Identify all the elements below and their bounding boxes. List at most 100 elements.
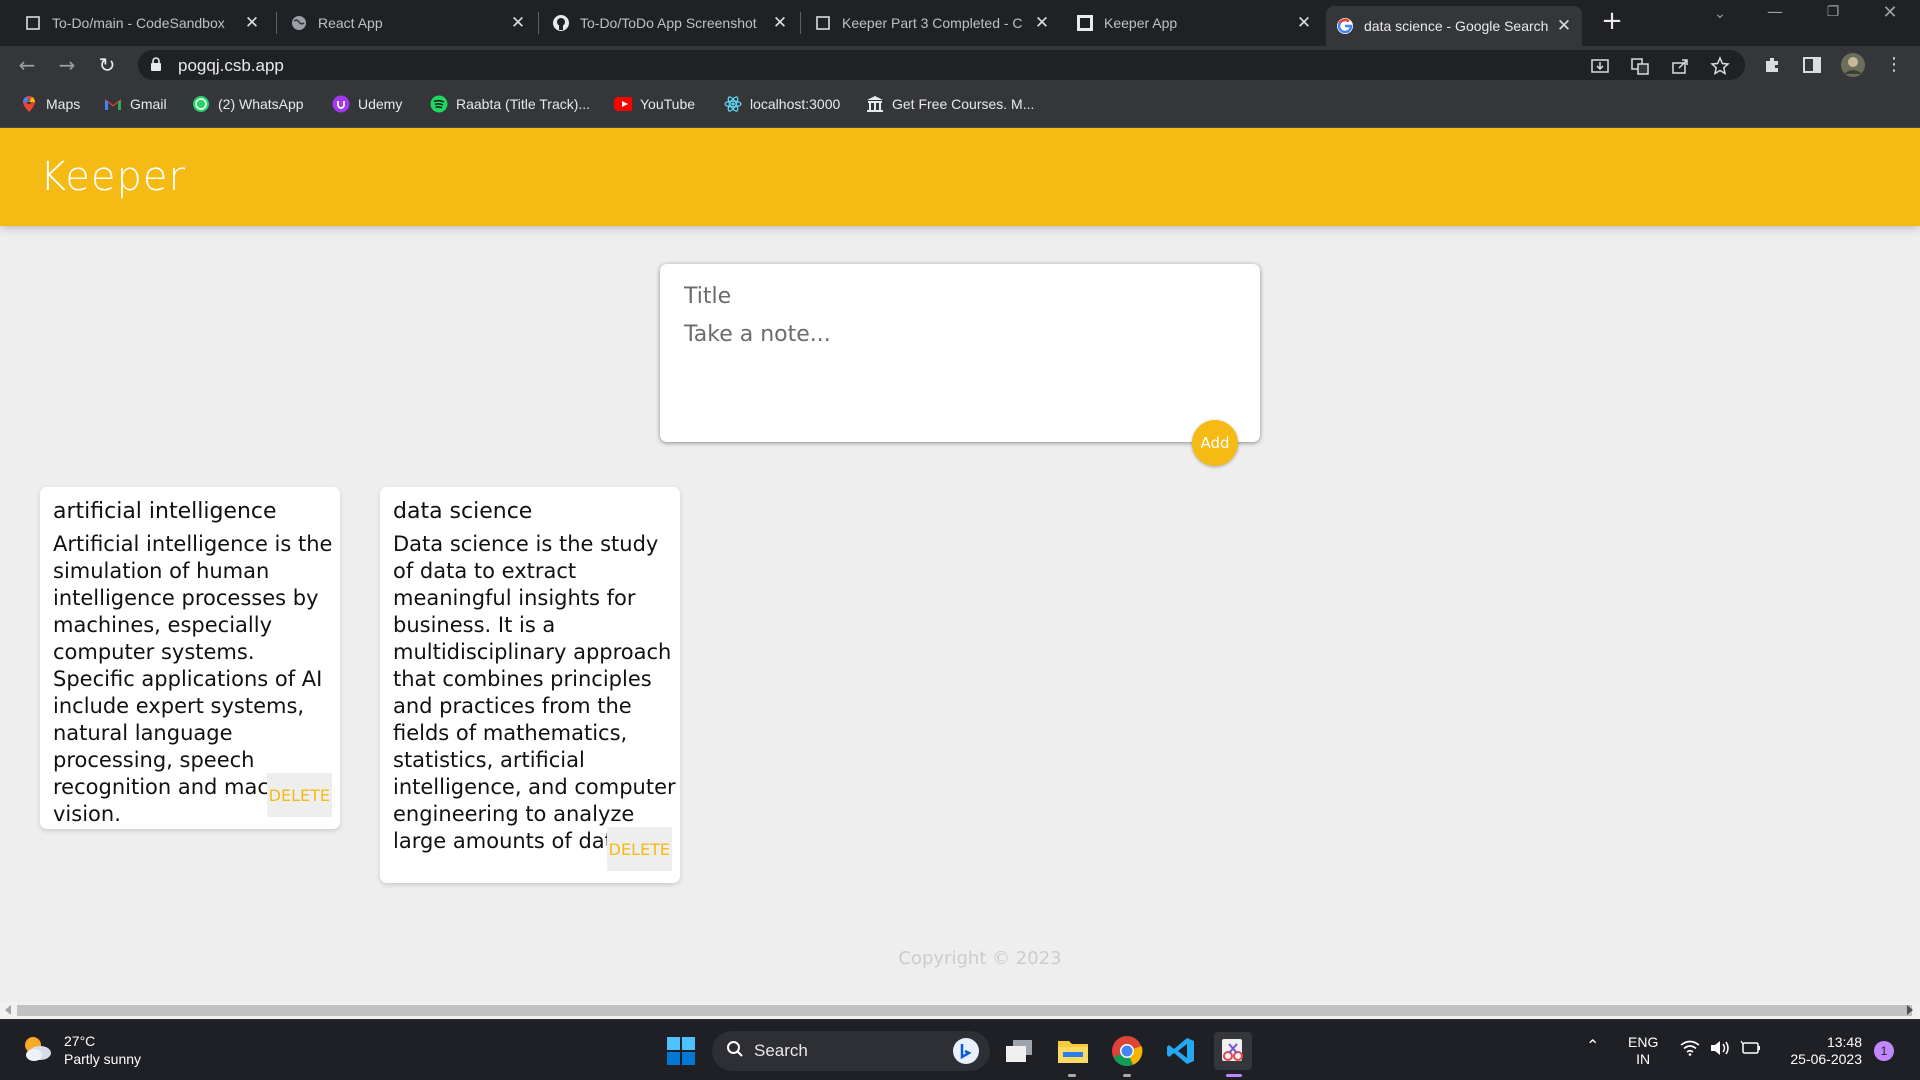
url-text: pogqj.csb.app <box>178 56 284 75</box>
scroll-left-arrow-icon[interactable] <box>5 1005 11 1015</box>
tab-keeper-part3[interactable]: Keeper Part 3 Completed - C ✕ <box>804 6 1060 40</box>
install-icon[interactable] <box>1590 56 1610 76</box>
language-indicator[interactable]: ENG IN <box>1628 1034 1658 1068</box>
battery-icon[interactable] <box>1740 1040 1762 1060</box>
profile-avatar-icon[interactable] <box>1840 52 1866 78</box>
add-note-button[interactable]: Add <box>1192 420 1238 466</box>
bookmark-spotify[interactable]: Raabta (Title Track)... <box>430 95 590 113</box>
windows-taskbar: 27°C Partly sunny Search ⌃ ENG IN 13:48 … <box>0 1019 1920 1080</box>
note-card: data science Data science is the study o… <box>380 487 680 883</box>
volume-icon[interactable] <box>1710 1040 1730 1060</box>
close-window-button[interactable]: ✕ <box>1870 2 1910 23</box>
app-running-indicator <box>1068 1074 1076 1077</box>
vscode-icon[interactable] <box>1162 1032 1200 1070</box>
bookmark-free-courses[interactable]: Get Free Courses. M... <box>866 95 1034 113</box>
bing-icon[interactable] <box>952 1037 980 1070</box>
extensions-icon[interactable] <box>1762 55 1782 75</box>
search-icon <box>726 1040 744 1063</box>
lock-icon <box>150 57 162 76</box>
scroll-right-arrow-icon[interactable] <box>1907 1005 1913 1015</box>
windows-start-icon[interactable] <box>662 1032 700 1070</box>
bookmark-label: Gmail <box>130 96 167 112</box>
bookmark-label: Maps <box>46 96 81 112</box>
bookmark-label: (2) WhatsApp <box>218 96 304 112</box>
bookmark-label: localhost:3000 <box>750 96 841 112</box>
horizontal-scrollbar[interactable] <box>0 1002 1920 1019</box>
minimize-button[interactable]: — <box>1755 2 1795 21</box>
new-tab-button[interactable]: + <box>1598 8 1626 36</box>
app-header: Keeper <box>0 128 1920 226</box>
tab-label: Keeper App <box>1104 15 1178 31</box>
close-icon[interactable]: ✕ <box>1030 13 1054 33</box>
forward-button[interactable]: → <box>54 52 80 78</box>
chrome-icon[interactable] <box>1108 1032 1146 1070</box>
scrollbar-thumb[interactable] <box>17 1005 1912 1016</box>
close-icon[interactable]: ✕ <box>1552 16 1576 36</box>
note-title-input[interactable] <box>684 284 1234 309</box>
bookmark-gmail[interactable]: Gmail <box>104 95 167 113</box>
tab-keeper-app[interactable]: Keeper App ✕ <box>1066 6 1322 40</box>
close-icon[interactable]: ✕ <box>768 13 792 33</box>
back-button[interactable]: ← <box>14 52 40 78</box>
page-icon <box>814 14 832 32</box>
tab-search-icon[interactable]: ⌄ <box>1700 6 1740 22</box>
bookmark-whatsapp[interactable]: (2) WhatsApp <box>192 95 304 113</box>
share-icon[interactable] <box>1670 56 1690 76</box>
app-running-indicator <box>1123 1074 1131 1077</box>
tab-label: React App <box>318 15 383 31</box>
delete-note-button[interactable]: DELETE <box>266 773 332 817</box>
youtube-icon <box>614 95 632 113</box>
globe-icon <box>290 14 308 32</box>
restore-button[interactable]: ❐ <box>1813 4 1853 20</box>
region-code: IN <box>1636 1051 1651 1067</box>
codesandbox-icon <box>1076 14 1094 32</box>
bookmarks-bar: Maps Gmail (2) WhatsApp Udemy Raabta (Ti… <box>0 84 1920 128</box>
spotify-icon <box>430 95 448 113</box>
wifi-icon[interactable] <box>1680 1040 1700 1060</box>
bookmark-star-icon[interactable] <box>1710 56 1730 76</box>
notification-badge[interactable]: 1 <box>1874 1041 1894 1061</box>
note-title: artificial intelligence <box>53 499 277 524</box>
bookmark-label: Udemy <box>358 96 403 112</box>
address-bar[interactable]: pogqj.csb.app <box>138 50 1745 80</box>
tab-label: To-Do/main - CodeSandbox <box>52 15 225 31</box>
weather-widget[interactable]: 27°C Partly sunny <box>20 1032 141 1068</box>
browser-toolbar: ← → ↻ pogqj.csb.app ⋮ <box>0 46 1920 84</box>
translate-icon[interactable] <box>1630 56 1650 76</box>
clock[interactable]: 13:48 25-06-2023 <box>1780 1034 1862 1068</box>
bookmark-youtube[interactable]: YouTube <box>614 95 695 113</box>
menu-kebab-icon[interactable]: ⋮ <box>1884 55 1904 75</box>
institution-icon <box>866 95 884 113</box>
show-hidden-icons-icon[interactable]: ⌃ <box>1586 1038 1599 1055</box>
note-content-input[interactable] <box>684 322 1234 422</box>
close-icon[interactable]: ✕ <box>240 13 264 33</box>
delete-note-button[interactable]: DELETE <box>606 827 672 871</box>
gmail-icon <box>104 95 122 113</box>
taskbar-search[interactable]: Search <box>712 1031 990 1071</box>
create-note-form: Add <box>660 264 1260 466</box>
tab-codesandbox[interactable]: To-Do/main - CodeSandbox ✕ <box>14 6 270 40</box>
app-footer: Copyright © 2023 <box>898 948 1062 969</box>
language-code: ENG <box>1628 1034 1659 1050</box>
partly-sunny-icon <box>20 1033 54 1067</box>
google-icon <box>1336 17 1354 35</box>
page-icon <box>24 14 42 32</box>
snipping-tool-icon[interactable] <box>1214 1032 1252 1070</box>
bookmark-udemy[interactable]: Udemy <box>332 95 402 113</box>
tab-google-search[interactable]: data science - Google Search ✕ <box>1326 6 1582 46</box>
file-explorer-icon[interactable] <box>1054 1032 1092 1070</box>
tab-label: To-Do/ToDo App Screenshot <box>580 15 757 31</box>
weather-description: Partly sunny <box>64 1051 142 1067</box>
reload-button[interactable]: ↻ <box>94 52 120 78</box>
bookmark-label: Get Free Courses. M... <box>892 96 1035 112</box>
tab-separator <box>538 12 539 34</box>
weather-temperature: 27°C <box>64 1033 96 1049</box>
side-panel-icon[interactable] <box>1802 55 1822 75</box>
close-icon[interactable]: ✕ <box>506 13 530 33</box>
bookmark-maps[interactable]: Maps <box>20 95 80 113</box>
tab-react-app[interactable]: React App ✕ <box>280 6 536 40</box>
task-view-icon[interactable] <box>1000 1032 1038 1070</box>
tab-github[interactable]: To-Do/ToDo App Screenshot ✕ <box>542 6 798 40</box>
bookmark-localhost[interactable]: localhost:3000 <box>724 95 840 113</box>
close-icon[interactable]: ✕ <box>1292 13 1316 33</box>
